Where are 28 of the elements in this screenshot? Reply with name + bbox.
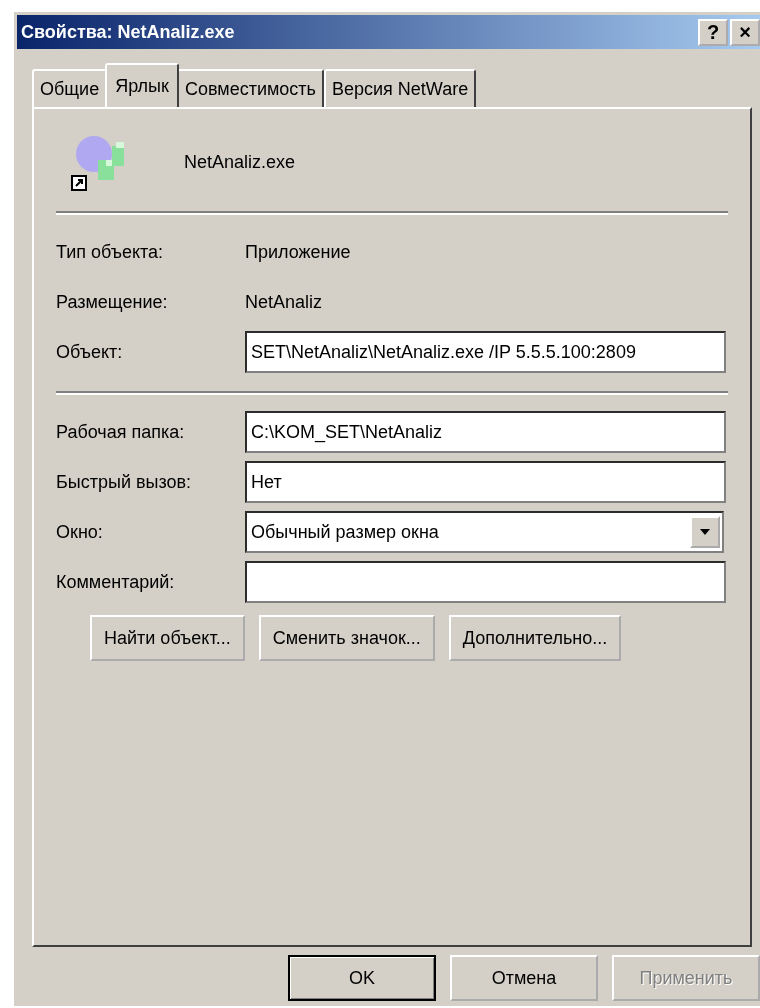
input-field[interactable]: C:\KOM_SET\NetAnaliz (245, 411, 726, 453)
field-label: Тип объекта: (56, 241, 165, 263)
input-field[interactable]: Нет (245, 461, 726, 503)
field-label: Быстрый вызов: (56, 471, 193, 493)
window-dropdown[interactable]: Обычный размер окна (245, 511, 724, 553)
action-button[interactable]: Найти объект... (90, 615, 245, 661)
field-label: Рабочая папка: (56, 421, 186, 443)
field-label: Объект: (56, 341, 124, 363)
close-button[interactable]: × (730, 18, 760, 46)
field-value: Приложение (245, 241, 351, 263)
dropdown-arrow-icon (700, 529, 710, 535)
tab[interactable]: Версия NetWare (323, 69, 477, 107)
input-field[interactable] (245, 561, 726, 603)
help-button[interactable]: ? (698, 18, 728, 46)
dialog-button[interactable]: OK (288, 955, 436, 1001)
action-button[interactable]: Дополнительно... (448, 615, 622, 661)
tab[interactable]: Совместимость (176, 69, 324, 107)
field-value: NetAnaliz (245, 291, 323, 313)
window-title: Свойства: NetAnaliz.exe (21, 21, 235, 43)
tab[interactable]: Ярлык (105, 63, 179, 107)
field-label: Комментарий: (56, 571, 176, 593)
dialog-button[interactable]: Отмена (450, 955, 598, 1001)
field-label: Размещение: (56, 291, 169, 313)
action-button[interactable]: Сменить значок... (258, 615, 435, 661)
input-field[interactable]: SET\NetAnaliz\NetAnaliz.exe /IP 5.5.5.100:2809 (245, 331, 726, 373)
file-name: NetAnaliz.exe (184, 151, 296, 173)
tab[interactable]: Общие (32, 69, 108, 107)
field-label: Окно: (56, 521, 104, 543)
